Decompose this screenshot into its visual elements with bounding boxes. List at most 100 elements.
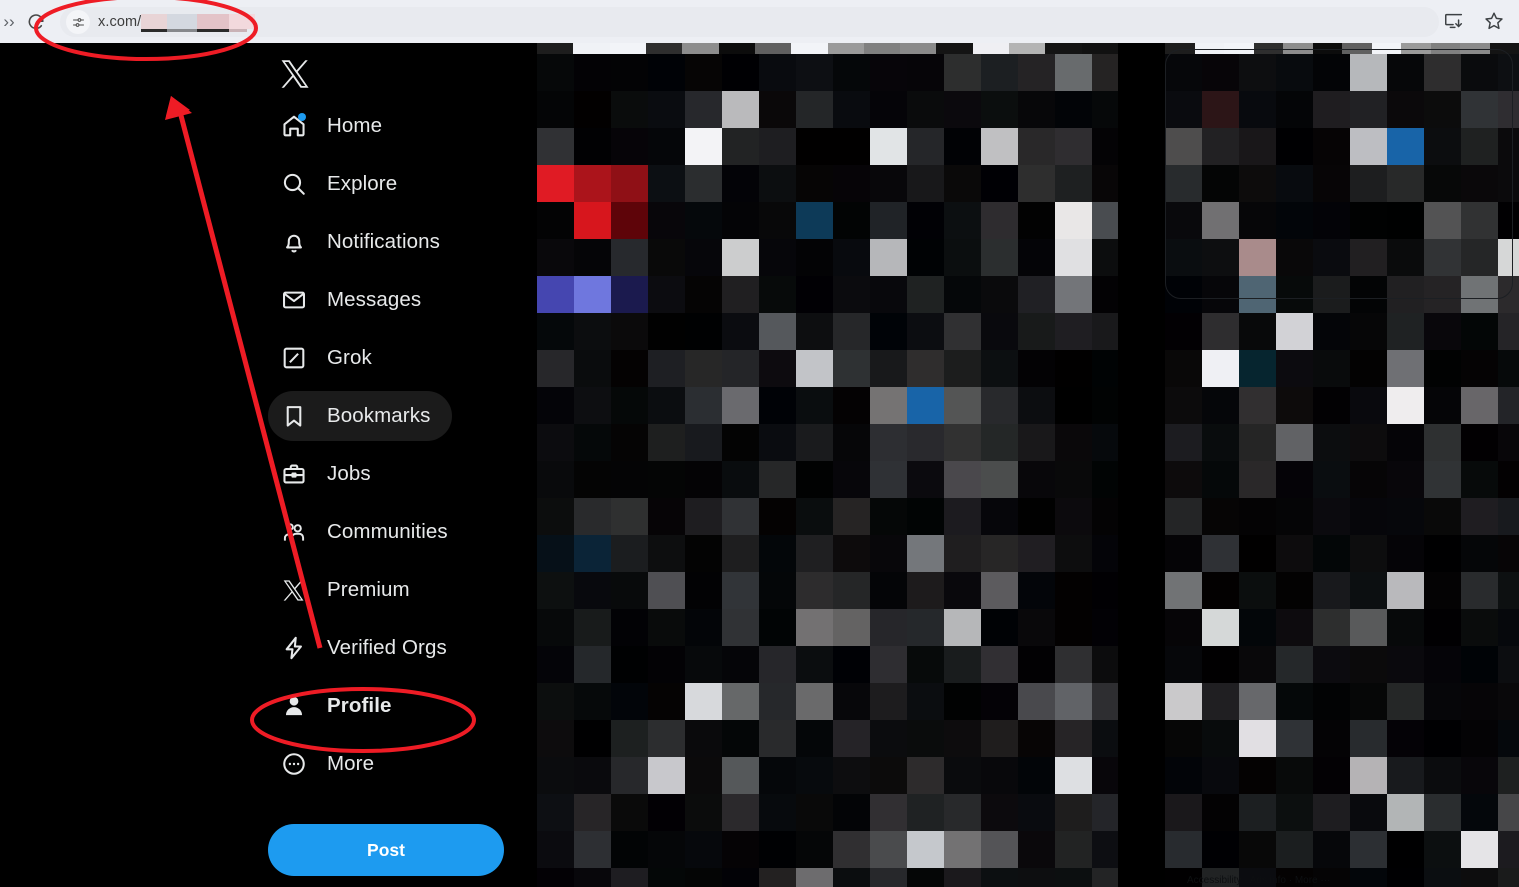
mosaic-block bbox=[870, 128, 907, 165]
mosaic-header-block bbox=[863, 43, 901, 54]
mosaic-block bbox=[648, 387, 685, 424]
mosaic-block bbox=[1350, 202, 1387, 239]
mosaic-block bbox=[1424, 202, 1461, 239]
mosaic-block bbox=[1202, 54, 1239, 91]
mosaic-block bbox=[1387, 165, 1424, 202]
sidebar-item-profile[interactable]: Profile bbox=[268, 681, 414, 731]
mosaic-block bbox=[1055, 683, 1092, 720]
mosaic-block bbox=[1313, 54, 1350, 91]
mosaic-block bbox=[1387, 424, 1424, 461]
mosaic-block bbox=[1461, 350, 1498, 387]
mosaic-block bbox=[944, 128, 981, 165]
mosaic-block bbox=[611, 276, 648, 313]
mosaic-block bbox=[833, 720, 870, 757]
mosaic-block bbox=[907, 646, 944, 683]
timeline-column-pixelated[interactable] bbox=[537, 43, 1118, 887]
mosaic-block bbox=[537, 757, 574, 794]
sidebar-item-home[interactable]: Home bbox=[268, 101, 404, 151]
url-text[interactable]: x.com/ bbox=[98, 7, 256, 37]
mosaic-block bbox=[759, 276, 796, 313]
mosaic-block bbox=[907, 54, 944, 91]
mosaic-block bbox=[685, 128, 722, 165]
mosaic-block bbox=[1461, 757, 1498, 794]
mosaic-block bbox=[1350, 54, 1387, 91]
sidebar-item-verified-orgs[interactable]: Verified Orgs bbox=[268, 623, 469, 673]
mosaic-block bbox=[611, 387, 648, 424]
mosaic-block bbox=[1018, 831, 1055, 868]
mosaic-block bbox=[1350, 535, 1387, 572]
mosaic-block bbox=[537, 720, 574, 757]
mosaic-block bbox=[574, 461, 611, 498]
address-bar[interactable]: x.com/ bbox=[60, 7, 1439, 37]
redaction-underline-2 bbox=[197, 29, 230, 32]
mosaic-block bbox=[722, 720, 759, 757]
mosaic-block bbox=[611, 128, 648, 165]
x-logo-icon[interactable] bbox=[278, 57, 312, 91]
mosaic-block bbox=[944, 165, 981, 202]
mosaic-block bbox=[944, 757, 981, 794]
mosaic-header-block bbox=[900, 43, 938, 54]
mosaic-block bbox=[1424, 350, 1461, 387]
mosaic-block bbox=[870, 868, 907, 887]
mosaic-block bbox=[1018, 609, 1055, 646]
mosaic-block bbox=[611, 868, 648, 887]
mosaic-block bbox=[685, 202, 722, 239]
mosaic-block bbox=[759, 424, 796, 461]
sidebar-item-label: Home bbox=[327, 114, 383, 137]
mosaic-block bbox=[944, 572, 981, 609]
mosaic-block bbox=[1498, 313, 1519, 350]
sidebar-item-communities[interactable]: Communities bbox=[268, 507, 470, 557]
mosaic-block bbox=[648, 424, 685, 461]
mosaic-block bbox=[1092, 868, 1118, 887]
sidebar-item-premium[interactable]: Premium bbox=[268, 565, 432, 615]
footer-links[interactable]: Accessibility · Ads info · More ··· bbox=[1187, 875, 1507, 887]
mosaic-block bbox=[1498, 720, 1519, 757]
bookmark-star-icon[interactable] bbox=[1483, 10, 1505, 32]
mosaic-block bbox=[1092, 91, 1118, 128]
mosaic-block bbox=[1424, 683, 1461, 720]
mosaic-block bbox=[981, 239, 1018, 276]
reload-icon[interactable] bbox=[26, 12, 46, 32]
sidebar-item-explore[interactable]: Explore bbox=[268, 159, 419, 209]
mosaic-block bbox=[1350, 720, 1387, 757]
sidebar-item-notifications[interactable]: Notifications bbox=[268, 217, 462, 267]
mosaic-block bbox=[944, 461, 981, 498]
mosaic-block bbox=[648, 831, 685, 868]
mosaic-block bbox=[944, 54, 981, 91]
mosaic-block bbox=[1018, 128, 1055, 165]
sidebar-item-bookmarks[interactable]: Bookmarks bbox=[268, 391, 453, 441]
mosaic-block bbox=[1424, 572, 1461, 609]
mosaic-block bbox=[1461, 276, 1498, 313]
mosaic-block bbox=[1018, 794, 1055, 831]
right-sidebar-column-pixelated[interactable]: Accessibility · Ads info · More ··· bbox=[1165, 43, 1519, 887]
mosaic-block bbox=[1239, 128, 1276, 165]
mosaic-block bbox=[1350, 239, 1387, 276]
mosaic-block bbox=[611, 831, 648, 868]
forward-chevron-icon[interactable]: ›› bbox=[0, 13, 18, 31]
mosaic-block bbox=[907, 128, 944, 165]
mosaic-block bbox=[1202, 683, 1239, 720]
mosaic-block bbox=[796, 609, 833, 646]
mosaic-header-block bbox=[1312, 43, 1343, 54]
mosaic-block bbox=[1350, 276, 1387, 313]
mosaic-block bbox=[1165, 54, 1202, 91]
mosaic-block bbox=[1276, 350, 1313, 387]
tune-sliders-icon[interactable] bbox=[66, 10, 90, 34]
mosaic-block bbox=[685, 609, 722, 646]
mosaic-block bbox=[1424, 387, 1461, 424]
mosaic-block bbox=[1092, 831, 1118, 868]
sidebar-item-messages[interactable]: Messages bbox=[268, 275, 443, 325]
sidebar-item-grok[interactable]: Grok bbox=[268, 333, 394, 383]
mosaic-block bbox=[1055, 313, 1092, 350]
mosaic-block bbox=[759, 609, 796, 646]
mosaic-block bbox=[1018, 276, 1055, 313]
sidebar-item-more[interactable]: More bbox=[268, 739, 396, 789]
sidebar-item-label: Grok bbox=[327, 346, 372, 369]
mosaic-block bbox=[648, 202, 685, 239]
mosaic-block bbox=[1461, 202, 1498, 239]
sidebar-item-label: Verified Orgs bbox=[327, 636, 447, 659]
post-button[interactable]: Post bbox=[268, 824, 504, 876]
sidebar-item-jobs[interactable]: Jobs bbox=[268, 449, 393, 499]
install-app-icon[interactable] bbox=[1443, 10, 1465, 32]
mosaic-block bbox=[1387, 646, 1424, 683]
